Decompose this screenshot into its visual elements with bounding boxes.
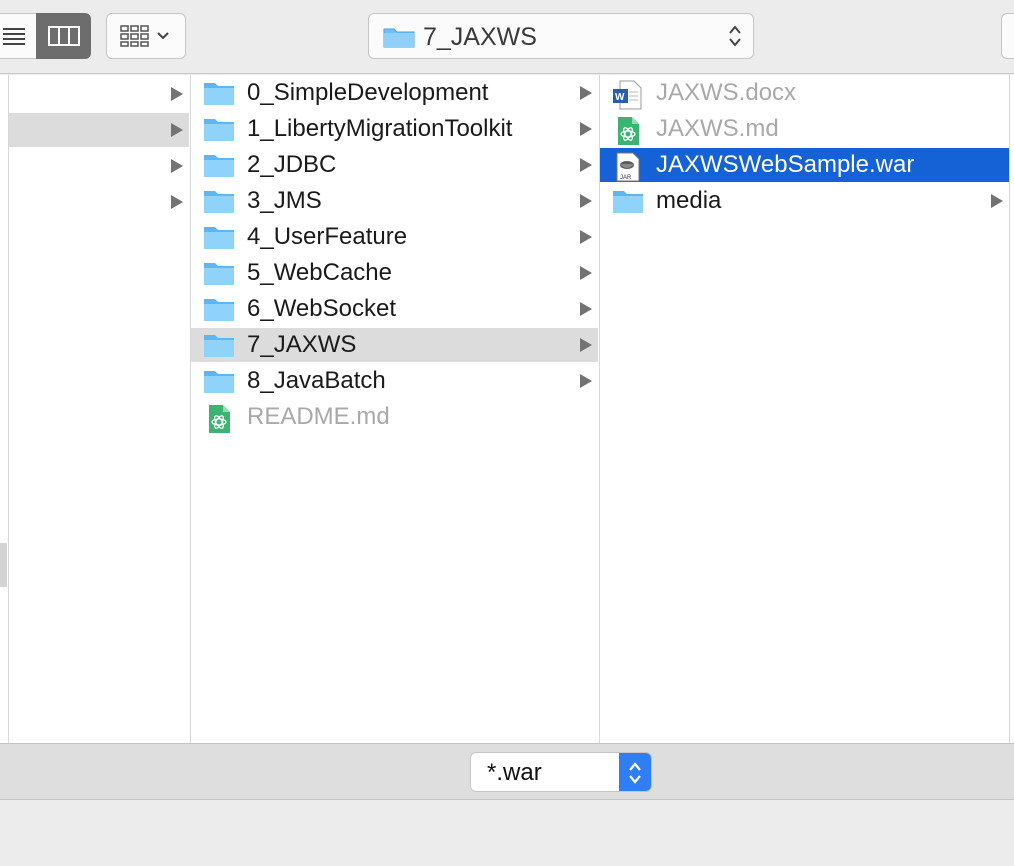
- list-item[interactable]: 5_WebCache: [191, 256, 598, 290]
- file-type-select[interactable]: *.war: [470, 752, 652, 792]
- disclosure-arrow-icon: [580, 266, 592, 280]
- column-jaxws: W JAXWS.docx JAXWS.md JAR JAXWSWebSample.war…: [599, 75, 1009, 743]
- column-browser: 0_SimpleDevelopment 1_LibertyMigrationToo…: [0, 75, 1014, 743]
- markdown-file-icon: [203, 404, 235, 433]
- disclosure-arrow-icon: [171, 195, 183, 209]
- toolbar-right-button[interactable]: [1001, 13, 1014, 59]
- list-item-label: 0_SimpleDevelopment: [247, 79, 489, 106]
- list-item[interactable]: [9, 113, 189, 147]
- list-item: JAXWS.md: [600, 112, 1009, 146]
- list-item[interactable]: [9, 185, 189, 219]
- list-item[interactable]: 6_WebSocket: [191, 292, 598, 326]
- disclosure-arrow-icon: [580, 230, 592, 244]
- folder-icon: [203, 116, 235, 142]
- list-item[interactable]: [9, 77, 189, 111]
- list-item-label: README.md: [247, 403, 390, 430]
- folder-icon: [203, 188, 235, 214]
- up-down-chevron-icon: [629, 762, 641, 784]
- column-view-button[interactable]: [36, 13, 91, 59]
- list-item-label: 1_LibertyMigrationToolkit: [247, 115, 513, 142]
- list-item[interactable]: 2_JDBC: [191, 148, 598, 182]
- chevron-down-icon: [157, 32, 169, 40]
- list-item[interactable]: 0_SimpleDevelopment: [191, 76, 598, 110]
- grid-group-icon: [120, 25, 169, 47]
- list-item-label: 8_JavaBatch: [247, 367, 386, 394]
- list-view-button[interactable]: [0, 13, 36, 59]
- disclosure-arrow-icon: [580, 338, 592, 352]
- select-stepper[interactable]: [619, 753, 651, 791]
- path-popup[interactable]: 7_JAXWS: [368, 13, 754, 59]
- column-tutorials: 0_SimpleDevelopment 1_LibertyMigrationToo…: [190, 75, 598, 743]
- folder-icon: [203, 260, 235, 286]
- list-item[interactable]: JAR JAXWSWebSample.war: [600, 148, 1009, 182]
- list-item: W JAXWS.docx: [600, 76, 1009, 110]
- disclosure-arrow-icon: [580, 194, 592, 208]
- list-item-label: 7_JAXWS: [247, 331, 357, 358]
- disclosure-arrow-icon: [171, 87, 183, 101]
- folder-icon: [612, 188, 644, 214]
- disclosure-arrow-icon: [991, 194, 1003, 208]
- up-down-chevron-icon: [729, 25, 741, 47]
- list-item-label: JAXWS.docx: [656, 79, 797, 106]
- list-item-label: 4_UserFeature: [247, 223, 408, 250]
- list-item: README.md: [191, 400, 598, 434]
- list-item-label: media: [656, 187, 722, 214]
- disclosure-arrow-icon: [580, 86, 592, 100]
- list-item[interactable]: 7_JAXWS: [191, 328, 598, 362]
- folder-icon: [203, 296, 235, 322]
- svg-text:W: W: [615, 92, 625, 103]
- list-item-label: JAXWSWebSample.war: [656, 151, 915, 178]
- list-view-icon: [2, 28, 25, 45]
- group-by-button[interactable]: [106, 13, 186, 59]
- disclosure-arrow-icon: [171, 123, 183, 137]
- list-item[interactable]: 8_JavaBatch: [191, 364, 598, 398]
- jar-file-icon: JAR: [612, 152, 644, 182]
- column-next: [1009, 75, 1014, 743]
- markdown-file-icon: [612, 116, 644, 145]
- column-parent: [8, 75, 189, 743]
- list-item-label: 5_WebCache: [247, 259, 392, 286]
- file-type-value: *.war: [487, 759, 542, 786]
- disclosure-arrow-icon: [580, 158, 592, 172]
- list-item[interactable]: [9, 149, 189, 183]
- disclosure-arrow-icon: [171, 159, 183, 173]
- list-item-label: 6_WebSocket: [247, 295, 396, 322]
- list-item-label: JAXWS.md: [656, 115, 779, 142]
- folder-icon: [203, 332, 235, 358]
- list-item[interactable]: media: [600, 184, 1009, 218]
- filter-bar: *.war: [0, 743, 1014, 800]
- dialog-footer: [0, 801, 1014, 866]
- folder-icon: [383, 28, 415, 48]
- svg-text:JAR: JAR: [620, 175, 632, 181]
- list-item[interactable]: 3_JMS: [191, 184, 598, 218]
- column-view-icon: [47, 26, 80, 46]
- list-item-label: 3_JMS: [247, 187, 322, 214]
- list-item-label: 2_JDBC: [247, 151, 337, 178]
- folder-icon: [203, 224, 235, 250]
- list-item[interactable]: 4_UserFeature: [191, 220, 598, 254]
- folder-icon: [203, 368, 235, 394]
- path-title: 7_JAXWS: [423, 23, 537, 51]
- word-document-icon: W: [612, 80, 644, 110]
- folder-icon: [203, 80, 235, 106]
- disclosure-arrow-icon: [580, 374, 592, 388]
- disclosure-arrow-icon: [580, 302, 592, 316]
- list-item[interactable]: 1_LibertyMigrationToolkit: [191, 112, 598, 146]
- toolbar: 7_JAXWS: [0, 0, 1014, 74]
- disclosure-arrow-icon: [580, 122, 592, 136]
- scrollbar-thumb[interactable]: [0, 543, 7, 587]
- folder-icon: [203, 152, 235, 178]
